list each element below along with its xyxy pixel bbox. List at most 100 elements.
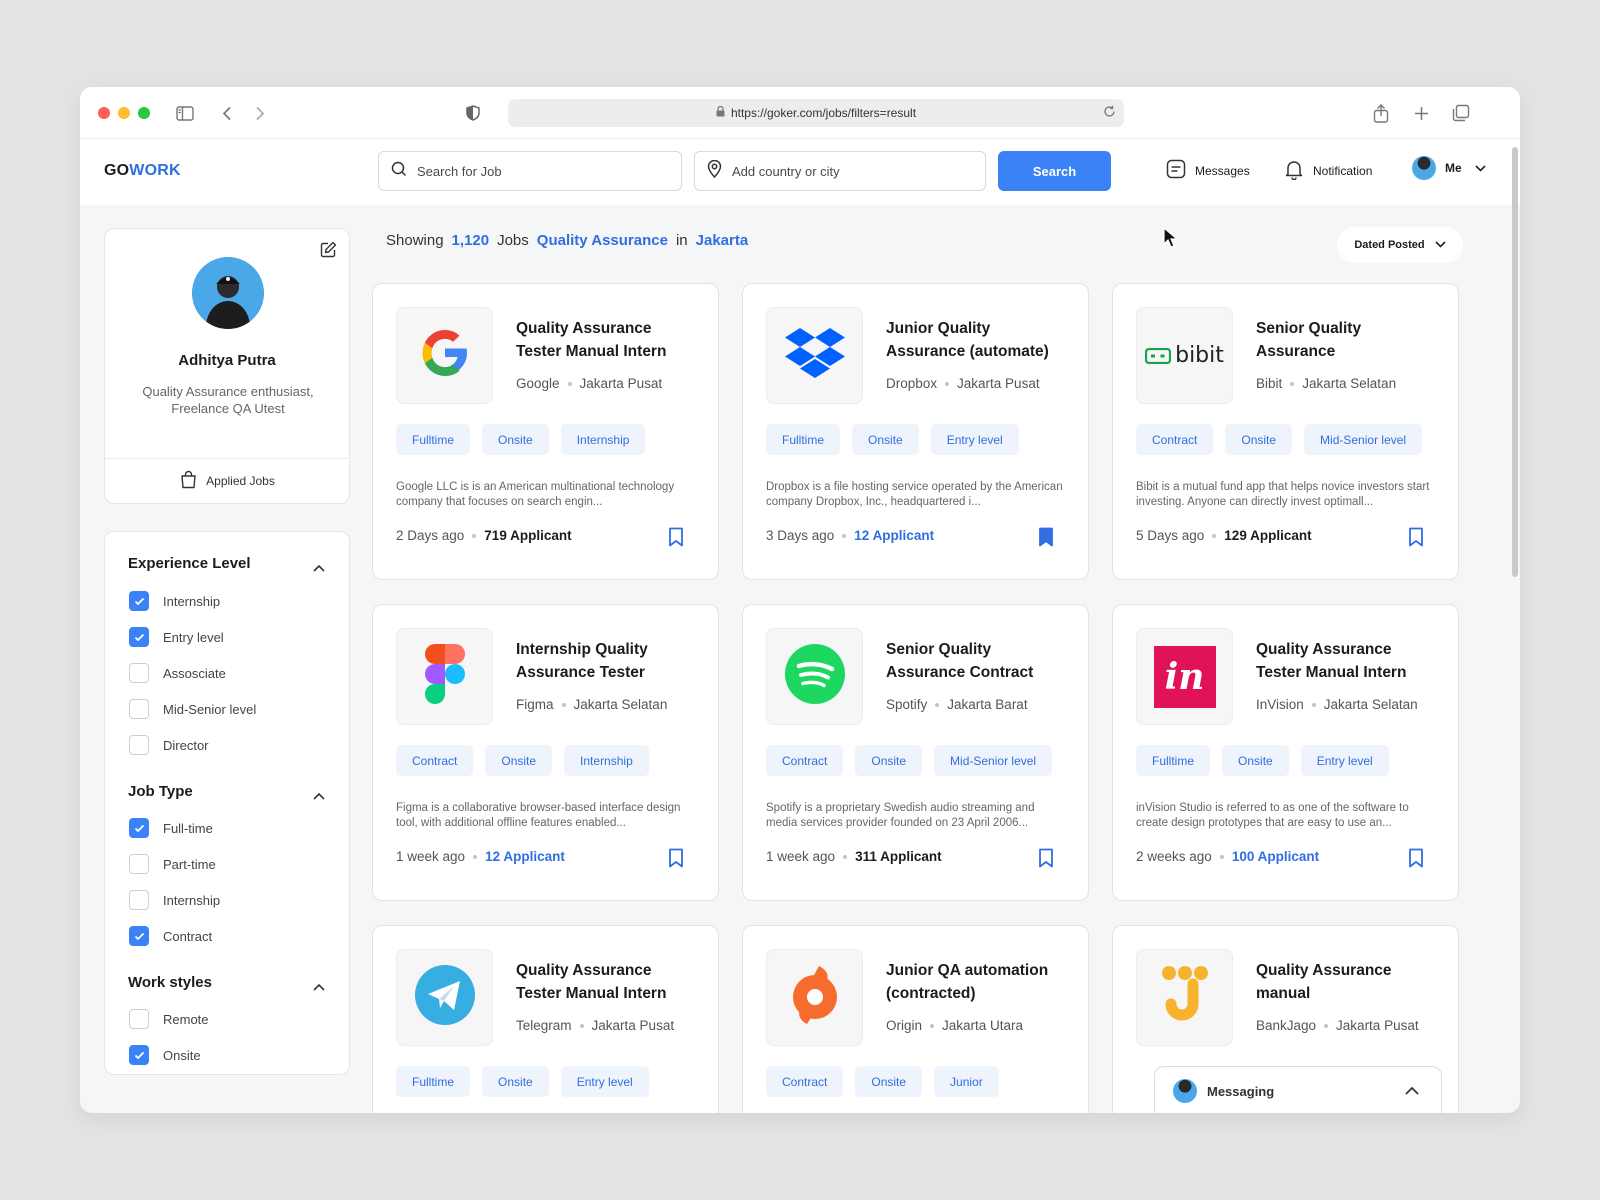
new-tab-plus-icon[interactable]: [1410, 102, 1432, 124]
chevron-up-icon[interactable]: [313, 787, 325, 805]
back-arrow-icon[interactable]: [216, 102, 238, 124]
job-tag[interactable]: Onsite: [482, 1066, 549, 1097]
job-tag[interactable]: Internship: [560, 424, 646, 455]
bookmark-icon[interactable]: [1038, 848, 1054, 873]
nav-messages[interactable]: Messages: [1166, 159, 1250, 182]
address-bar[interactable]: https://goker.com/jobs/filters=result: [508, 99, 1124, 127]
bookmark-icon[interactable]: [1408, 848, 1424, 873]
job-tag[interactable]: Onsite: [855, 745, 923, 776]
filter-option[interactable]: Mid-Senior level: [129, 699, 256, 719]
checkbox[interactable]: [129, 699, 149, 719]
checkbox[interactable]: [129, 591, 149, 611]
job-title[interactable]: Junior QA automation (contracted): [886, 959, 1071, 1005]
job-card[interactable]: Junior Quality Assurance (automate) Dropb…: [742, 283, 1089, 580]
filter-option[interactable]: Full-time: [129, 818, 213, 838]
shield-icon[interactable]: [462, 102, 484, 124]
job-tag[interactable]: Contract: [766, 1066, 844, 1097]
job-card[interactable]: Quality Assurance Tester Manual Intern Te…: [372, 925, 719, 1113]
job-title[interactable]: Quality Assurance manual: [1256, 959, 1441, 1005]
job-card[interactable]: bibit Senior Quality Assurance Bibit Jakart…: [1112, 283, 1459, 580]
job-title[interactable]: Senior Quality Assurance: [1256, 317, 1441, 363]
messaging-dock[interactable]: Messaging: [1154, 1066, 1442, 1113]
job-title[interactable]: Quality Assurance Tester Manual Intern: [516, 317, 701, 363]
filter-option[interactable]: Director: [129, 735, 209, 755]
location-input[interactable]: [732, 163, 932, 179]
chevron-up-icon[interactable]: [1405, 1083, 1419, 1098]
forward-arrow-icon[interactable]: [249, 102, 271, 124]
job-tag[interactable]: Junior: [934, 1066, 999, 1097]
job-title[interactable]: Junior Quality Assurance (automate): [886, 317, 1071, 363]
job-tag[interactable]: Entry level: [560, 1066, 649, 1097]
job-tag[interactable]: Onsite: [485, 745, 553, 776]
location-link[interactable]: Jakarta: [696, 232, 749, 249]
scrollbar[interactable]: [1512, 147, 1518, 577]
chevron-up-icon[interactable]: [313, 978, 325, 996]
filter-option[interactable]: Internship: [129, 890, 220, 910]
filter-option[interactable]: Internship: [129, 591, 220, 611]
job-card[interactable]: Quality Assurance Tester Manual Intern Go…: [372, 283, 719, 580]
zoom-window-button[interactable]: [138, 107, 150, 119]
checkbox[interactable]: [129, 627, 149, 647]
job-tag[interactable]: Fulltime: [396, 424, 471, 455]
chevron-up-icon[interactable]: [313, 559, 325, 577]
bookmark-icon[interactable]: [1038, 527, 1054, 552]
job-tag[interactable]: Fulltime: [396, 1066, 471, 1097]
job-tag[interactable]: Onsite: [482, 424, 549, 455]
job-card[interactable]: in Quality Assurance Tester Manual Intern…: [1112, 604, 1459, 901]
filter-option[interactable]: Onsite: [129, 1045, 201, 1065]
filter-option[interactable]: Entry level: [129, 627, 224, 647]
job-tag[interactable]: Onsite: [1222, 745, 1289, 776]
job-tag[interactable]: Contract: [766, 745, 844, 776]
query-link[interactable]: Quality Assurance: [537, 232, 668, 249]
close-window-button[interactable]: [98, 107, 110, 119]
checkbox[interactable]: [129, 1045, 149, 1065]
job-title[interactable]: Quality Assurance Tester Manual Intern: [1256, 638, 1441, 684]
checkbox[interactable]: [129, 926, 149, 946]
nav-notification[interactable]: Notification: [1284, 159, 1372, 183]
job-tag[interactable]: Internship: [564, 745, 649, 776]
checkbox[interactable]: [129, 735, 149, 755]
job-tag[interactable]: Onsite: [1225, 424, 1293, 455]
bookmark-icon[interactable]: [668, 848, 684, 873]
checkbox[interactable]: [129, 890, 149, 910]
job-tag[interactable]: Contract: [396, 745, 474, 776]
job-tag[interactable]: Entry level: [930, 424, 1019, 455]
filter-option[interactable]: Part-time: [129, 854, 216, 874]
gowork-logo[interactable]: GOWORK: [104, 162, 181, 180]
minimize-window-button[interactable]: [118, 107, 130, 119]
edit-icon[interactable]: [320, 241, 337, 263]
job-search-field[interactable]: [378, 151, 682, 191]
search-button[interactable]: Search: [998, 151, 1111, 191]
job-search-input[interactable]: [417, 163, 617, 179]
location-field[interactable]: [694, 151, 986, 191]
filter-option[interactable]: Remote: [129, 1009, 209, 1029]
job-tag[interactable]: Contract: [1136, 424, 1214, 455]
job-tag[interactable]: Mid-Senior level: [934, 745, 1053, 776]
checkbox[interactable]: [129, 818, 149, 838]
checkbox[interactable]: [129, 663, 149, 683]
job-tag[interactable]: Entry level: [1300, 745, 1389, 776]
filter-option[interactable]: Assosciate: [129, 663, 226, 683]
bookmark-icon[interactable]: [1408, 527, 1424, 552]
sidebar-toggle-icon[interactable]: [174, 102, 196, 124]
checkbox[interactable]: [129, 854, 149, 874]
job-tag[interactable]: Mid-Senior level: [1304, 424, 1423, 455]
checkbox[interactable]: [129, 1009, 149, 1029]
job-title[interactable]: Internship Quality Assurance Tester: [516, 638, 701, 684]
sort-dropdown[interactable]: Dated Posted: [1337, 227, 1463, 263]
tab-overview-icon[interactable]: [1450, 102, 1472, 124]
share-icon[interactable]: [1370, 102, 1392, 124]
reload-icon[interactable]: [1103, 105, 1116, 121]
job-tag[interactable]: Onsite: [855, 1066, 923, 1097]
applied-jobs-link[interactable]: Applied Jobs: [105, 458, 349, 504]
job-card[interactable]: Senior Quality Assurance Contract Spotify…: [742, 604, 1089, 901]
nav-profile-menu[interactable]: Me: [1412, 156, 1486, 180]
job-tag[interactable]: Onsite: [852, 424, 919, 455]
job-title[interactable]: Senior Quality Assurance Contract: [886, 638, 1071, 684]
bookmark-icon[interactable]: [668, 527, 684, 552]
job-tag[interactable]: Fulltime: [766, 424, 841, 455]
filter-option[interactable]: Contract: [129, 926, 212, 946]
job-tag[interactable]: Fulltime: [1136, 745, 1211, 776]
job-card[interactable]: Internship Quality Assurance Tester Figma…: [372, 604, 719, 901]
job-title[interactable]: Quality Assurance Tester Manual Intern: [516, 959, 701, 1005]
